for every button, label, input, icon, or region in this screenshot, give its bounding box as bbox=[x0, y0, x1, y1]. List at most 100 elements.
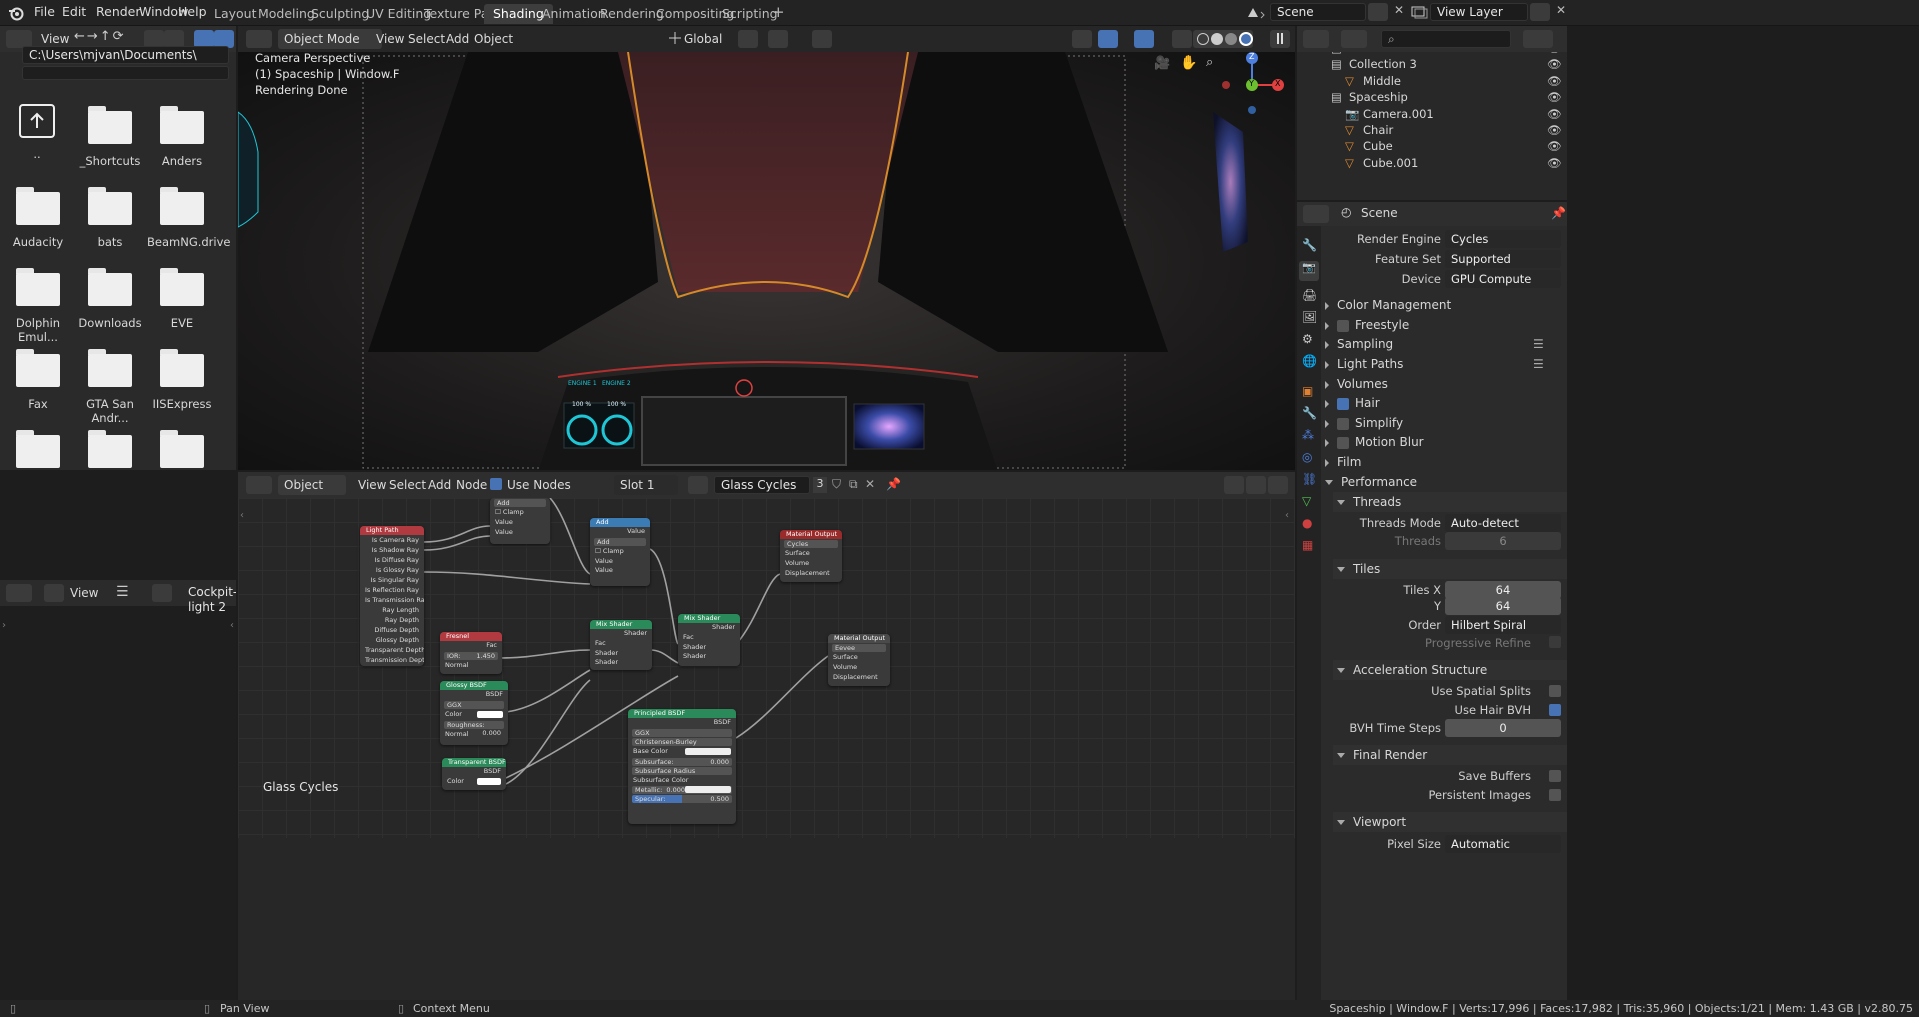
visibility-icon[interactable] bbox=[1072, 30, 1092, 48]
use-nodes-checkbox[interactable] bbox=[490, 478, 502, 490]
hair-bvh-checkbox[interactable] bbox=[1549, 704, 1561, 716]
math-op-select[interactable]: Add bbox=[494, 499, 546, 507]
progressive-refine-checkbox[interactable] bbox=[1549, 636, 1561, 648]
light-path-node[interactable]: Light Path Is Camera Ray Is Shadow Ray Is … bbox=[360, 526, 424, 666]
hamburger-menu-icon[interactable]: ☰ bbox=[116, 584, 129, 600]
node-select-menu[interactable]: Select bbox=[389, 478, 426, 492]
pin-icon[interactable]: 📌 bbox=[886, 477, 901, 491]
subpanel-threads[interactable]: Threads bbox=[1333, 492, 1567, 512]
base-color-field[interactable]: Base Color bbox=[628, 747, 736, 757]
modifier-tab-icon[interactable]: 🔧 bbox=[1302, 406, 1317, 420]
transparent-bsdf-node[interactable]: Transparent BSDF BSDF Color bbox=[442, 758, 506, 790]
roughness-field[interactable]: Roughness: 0.000 bbox=[444, 720, 504, 737]
outliner-search-field[interactable]: ⌕ bbox=[1381, 30, 1511, 48]
image-view-menu[interactable]: View bbox=[70, 586, 98, 600]
outliner-row[interactable]: ▤ Spaceship 👁 bbox=[1297, 89, 1567, 105]
physics-tab-icon[interactable]: ◎ bbox=[1302, 450, 1312, 464]
fresnel-node[interactable]: Fresnel Fac IOR: 1.450 Normal bbox=[440, 632, 502, 674]
distribution-select[interactable]: GGX bbox=[444, 700, 504, 709]
solid-shading-icon[interactable] bbox=[1211, 33, 1223, 45]
motion-blur-checkbox[interactable] bbox=[1337, 436, 1349, 449]
rendered-shading-icon[interactable] bbox=[1239, 32, 1253, 46]
wireframe-shading-icon[interactable] bbox=[1197, 33, 1209, 45]
material-output-eevee-node[interactable]: Material Output Eevee Surface Volume Dis… bbox=[828, 634, 890, 686]
threads-field[interactable]: 6 bbox=[1445, 532, 1561, 550]
folder-item[interactable]: IISExpress bbox=[147, 349, 217, 411]
nav-arrows-icon[interactable]: ←→↑⟳ bbox=[74, 29, 126, 44]
visibility-eye-icon[interactable]: 👁 bbox=[1547, 106, 1562, 122]
material-browse-icon[interactable] bbox=[688, 476, 708, 494]
order-select[interactable]: Hilbert Spiral bbox=[1445, 616, 1561, 634]
subpanel-acceleration[interactable]: Acceleration Structure bbox=[1333, 660, 1567, 680]
world-tab-icon[interactable]: 🌐 bbox=[1302, 354, 1317, 368]
target-select[interactable]: Cycles bbox=[784, 540, 838, 548]
scene-tab-icon[interactable]: ⚙ bbox=[1302, 332, 1313, 346]
folder-item[interactable]: Dolphin Emul... bbox=[3, 268, 73, 344]
menu-edit[interactable]: Edit bbox=[62, 4, 86, 19]
target-select[interactable]: Eevee bbox=[832, 644, 886, 652]
xray-icon[interactable] bbox=[1172, 30, 1192, 48]
filter-field[interactable] bbox=[22, 66, 229, 80]
delete-scene-icon[interactable]: ✕ bbox=[1394, 3, 1404, 17]
texture-tab-icon[interactable]: ▦ bbox=[1302, 538, 1313, 552]
node-editor-area[interactable]: Object View Select Add Node Use Nodes Sl… bbox=[238, 472, 1295, 1000]
pan-hand-icon[interactable]: ✋ bbox=[1180, 55, 1197, 71]
folder-item[interactable]: EVE bbox=[147, 268, 217, 330]
visibility-eye-icon[interactable]: 👁 bbox=[1547, 73, 1562, 89]
visibility-eye-icon[interactable]: 👁 bbox=[1547, 122, 1562, 138]
subpanel-final-render[interactable]: Final Render bbox=[1333, 745, 1567, 765]
folder-item[interactable]: Audacity bbox=[3, 187, 73, 249]
add-op-select[interactable]: Add bbox=[594, 537, 646, 546]
display-mode-icon[interactable] bbox=[1341, 30, 1367, 48]
unlink-material-icon[interactable]: ✕ bbox=[865, 477, 875, 491]
viewport-add-menu[interactable]: Add bbox=[446, 32, 469, 46]
proportional-edit-icon[interactable] bbox=[812, 30, 832, 48]
pause-render-icon[interactable] bbox=[1270, 30, 1290, 48]
color-field[interactable]: Color bbox=[440, 710, 508, 720]
add-node[interactable]: Add Value Add ☐ Clamp Value Value bbox=[590, 518, 650, 586]
viewport-object-menu[interactable]: Object bbox=[474, 32, 513, 46]
outliner-row[interactable]: 📷 Camera.001 👁 bbox=[1297, 106, 1567, 122]
subpanel-viewport[interactable]: Viewport bbox=[1333, 812, 1567, 832]
render-view[interactable] bbox=[238, 52, 1295, 470]
subsurface-radius-field[interactable]: Subsurface Radius bbox=[632, 766, 732, 775]
panel-color-management[interactable]: Color Management bbox=[1321, 295, 1567, 315]
outliner-row[interactable]: ▤ Collection 3 👁 bbox=[1297, 56, 1567, 72]
toolbar-arrow-icon[interactable]: ‹ bbox=[240, 510, 244, 521]
orientation-select[interactable]: Global bbox=[684, 32, 722, 46]
image-name-field[interactable]: Cockpit-In light 2 bbox=[182, 584, 236, 614]
node-node-menu[interactable]: Node bbox=[456, 478, 487, 492]
tool-tab-icon[interactable]: 🔧 bbox=[1302, 238, 1317, 252]
simplify-checkbox[interactable] bbox=[1337, 417, 1349, 430]
parent-node-tree-icon[interactable] bbox=[1224, 476, 1244, 494]
material-tab-icon[interactable]: ● bbox=[1302, 516, 1312, 530]
snap-icon[interactable] bbox=[768, 30, 788, 48]
shader-type-select[interactable]: Object bbox=[278, 475, 346, 495]
browse-image-icon[interactable] bbox=[152, 584, 172, 602]
zoom-icon[interactable]: ⌕ bbox=[1206, 55, 1213, 70]
pivot-icon[interactable] bbox=[738, 30, 758, 48]
image-mode-icon[interactable] bbox=[44, 584, 64, 602]
new-scene-icon[interactable] bbox=[1368, 3, 1388, 21]
panel-simplify[interactable]: Simplify bbox=[1321, 413, 1567, 433]
slot-select[interactable]: Slot 1 bbox=[614, 475, 678, 495]
editor-type-outliner-icon[interactable] bbox=[1303, 30, 1329, 48]
folder-item[interactable]: BeamNG.drive bbox=[147, 187, 231, 249]
folder-item[interactable]: Fax bbox=[3, 349, 73, 411]
blender-logo-icon[interactable] bbox=[8, 5, 24, 21]
filter-icon[interactable] bbox=[1523, 30, 1553, 48]
bvh-steps-field[interactable]: 0 bbox=[1445, 719, 1561, 737]
folder-item[interactable] bbox=[3, 430, 73, 470]
editor-type-properties-icon[interactable] bbox=[1303, 205, 1329, 223]
node-canvas[interactable]: Add ☐ Clamp Value Value Light Path Is Ca… bbox=[238, 498, 1295, 838]
distribution-select[interactable]: GGX bbox=[632, 728, 732, 737]
gizmo-toggle-icon[interactable] bbox=[1098, 30, 1118, 48]
viewport-view-menu[interactable]: View bbox=[376, 32, 404, 46]
pin-icon[interactable]: 📌 bbox=[1551, 206, 1566, 220]
navigation-gizmo[interactable] bbox=[1214, 50, 1284, 130]
visibility-eye-icon[interactable]: 👁 bbox=[1547, 138, 1562, 154]
panel-sampling[interactable]: Sampling ☰ bbox=[1321, 334, 1567, 354]
visibility-eye-icon[interactable]: 👁 bbox=[1547, 155, 1562, 171]
feature-set-select[interactable]: Supported bbox=[1445, 250, 1561, 268]
editor-type-node-icon[interactable] bbox=[246, 476, 272, 494]
